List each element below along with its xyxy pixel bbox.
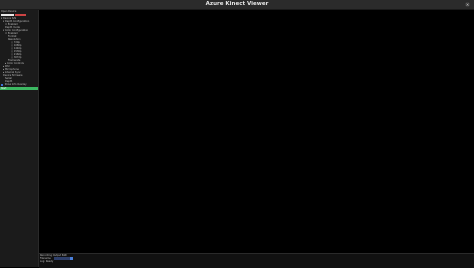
viewer-canvas[interactable]: [39, 10, 474, 253]
overlay-toggle-label: Show Info Overlay: [4, 83, 27, 86]
log-line: Log: Ready: [40, 260, 54, 263]
window-title: Azure Kinect Viewer: [205, 1, 269, 7]
config-tree: ▾ Device S/N ▾ Depth Configuration ☐ Enabl…: [0, 17, 38, 83]
title-bar: Azure Kinect Viewer ×: [0, 0, 474, 10]
sidebar-header: Open Device: [1, 10, 17, 13]
start-button[interactable]: Start: [0, 87, 38, 90]
sidebar-panel: Open Device ▾ Device S/N ▾ Depth Configur…: [0, 10, 39, 267]
bottom-panel: Recording Output Path Filename Log: Read…: [39, 253, 474, 268]
open-device-button[interactable]: [15, 13, 26, 17]
device-select[interactable]: [1, 13, 14, 17]
overlay-toggle-row[interactable]: Show Info Overlay: [0, 83, 38, 86]
checkbox-icon[interactable]: [1, 83, 3, 86]
close-icon[interactable]: ×: [465, 2, 470, 7]
